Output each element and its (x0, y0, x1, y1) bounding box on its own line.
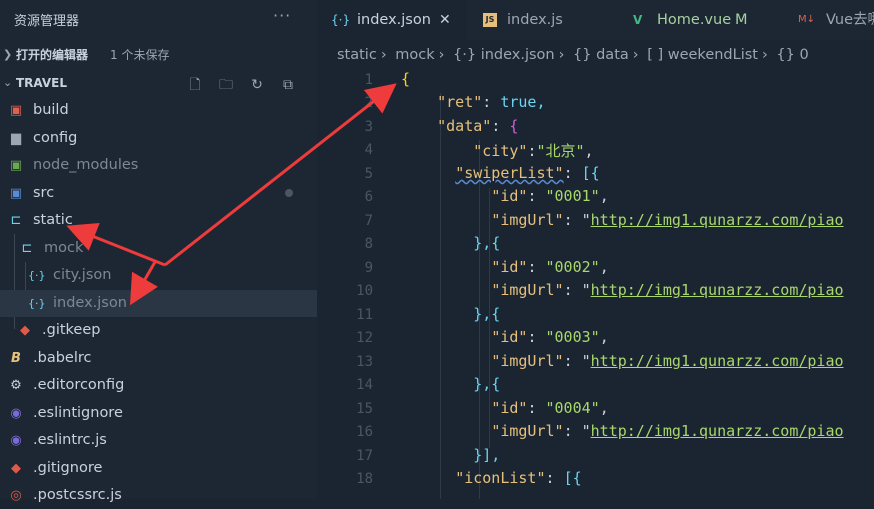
arrow-to-code (164, 83, 397, 267)
annotation-arrows (66, 83, 397, 306)
arrow-to-static (66, 222, 166, 267)
arrow-to-index-json (129, 261, 159, 306)
